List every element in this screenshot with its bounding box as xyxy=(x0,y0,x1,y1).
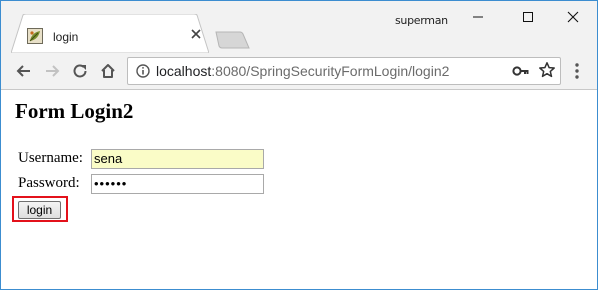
minimize-icon[interactable] xyxy=(455,1,501,33)
address-bar[interactable]: localhost:8080/SpringSecurityFormLogin/l… xyxy=(127,57,561,85)
title-bar: login superman xyxy=(1,1,597,53)
page-title: Form Login2 xyxy=(15,99,134,123)
close-icon[interactable] xyxy=(189,27,203,41)
browser-window: login superman localhost:8080/SpringSecu… xyxy=(0,0,598,290)
leaf-favicon-icon xyxy=(27,28,43,44)
info-icon[interactable] xyxy=(136,64,150,78)
login-button[interactable]: login xyxy=(18,201,61,219)
password-field[interactable]: •••••• xyxy=(91,174,264,194)
home-icon[interactable] xyxy=(97,60,119,82)
toolbar: localhost:8080/SpringSecurityFormLogin/l… xyxy=(1,53,597,90)
url-path: :8080/SpringSecurityFormLogin/login2 xyxy=(211,63,450,79)
username-field[interactable]: sena xyxy=(91,149,264,169)
url-text[interactable]: localhost:8080/SpringSecurityFormLogin/l… xyxy=(156,63,449,79)
new-tab-button[interactable] xyxy=(215,31,251,49)
tab-login[interactable]: login xyxy=(11,14,209,53)
reload-icon[interactable] xyxy=(69,60,91,82)
star-icon[interactable] xyxy=(538,61,556,79)
tab-title: login xyxy=(53,30,79,44)
username-label: Username: xyxy=(18,150,83,166)
close-icon[interactable] xyxy=(550,1,596,33)
profile-name[interactable]: superman xyxy=(395,14,448,27)
back-arrow-icon[interactable] xyxy=(13,60,35,82)
page-content: Form Login2 Username: sena Password: •••… xyxy=(1,90,597,289)
url-host: localhost xyxy=(156,63,212,79)
key-icon[interactable] xyxy=(512,64,530,78)
kebab-menu-icon[interactable] xyxy=(571,62,583,80)
forward-arrow-icon[interactable] xyxy=(41,60,63,82)
password-label: Password: xyxy=(18,175,80,191)
maximize-icon[interactable] xyxy=(505,1,551,33)
